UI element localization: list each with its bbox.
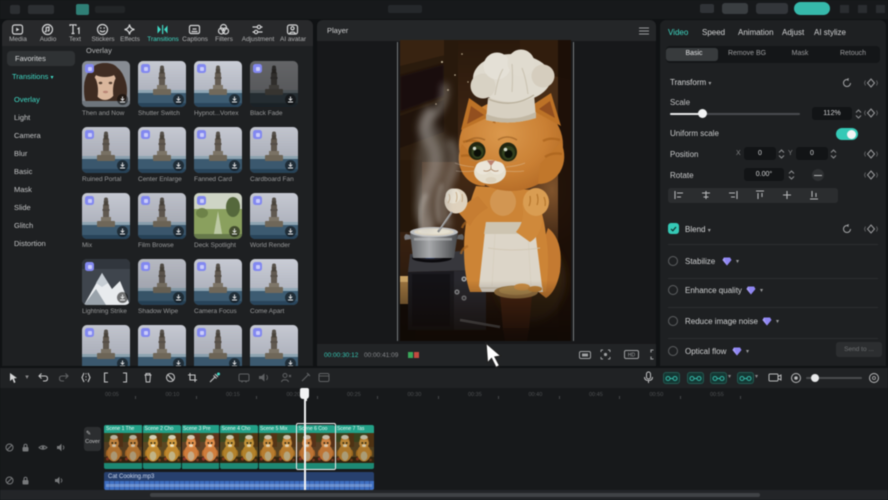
svg-text:HD: HD <box>628 353 636 359</box>
